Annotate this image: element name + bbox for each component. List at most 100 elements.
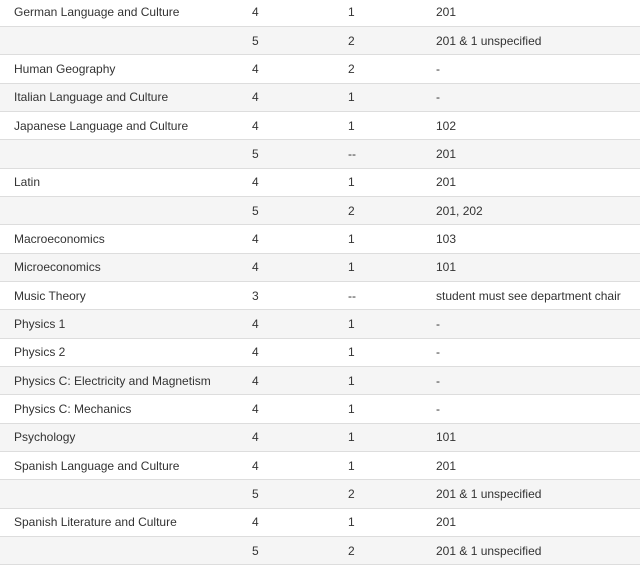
course-name-cell: Physics 1 (0, 309, 252, 339)
course-name-cell: Psychology (0, 423, 252, 453)
score-cell: 4 (252, 309, 348, 339)
credits-cell: 1 (348, 394, 436, 424)
course-equivalent-cell: 201 (436, 0, 640, 27)
score-cell: 4 (252, 423, 348, 453)
course-equivalent-cell: student must see department chair (436, 281, 640, 311)
table-row: 5 2 201 & 1 unspecified (0, 479, 640, 509)
score-cell: 5 (252, 26, 348, 56)
course-equivalent-cell: 201 (436, 139, 640, 169)
table-row: Physics 241- (0, 338, 640, 367)
table-row: Physics C: Electricity and Magnetism 4 1- (0, 366, 640, 396)
course-name-cell: Spanish Language and Culture (0, 451, 252, 481)
course-name-cell: Physics 2 (0, 338, 252, 367)
table-row: 5 2 201 & 1 unspecified (0, 536, 640, 565)
table-row: Spanish Language and Culture 4 1 201 (0, 451, 640, 481)
course-equivalent-cell: 201 (436, 508, 640, 538)
credits-cell: 1 (348, 168, 436, 197)
credits-cell: -- (348, 281, 436, 311)
table-row: Psychology 4 1 101 (0, 423, 640, 453)
course-equivalent-cell: - (436, 394, 640, 424)
table-row: Physics C: Mechanics 4 1- (0, 394, 640, 424)
credits-cell: 1 (348, 366, 436, 396)
score-cell: 4 (252, 111, 348, 141)
credits-cell: 2 (348, 479, 436, 509)
table-row: 5 2 201, 202 (0, 196, 640, 226)
credits-cell: 1 (348, 423, 436, 453)
table-row: German Language and Culture 4 1 201 (0, 0, 640, 27)
score-cell: 4 (252, 253, 348, 282)
course-name-cell (0, 26, 252, 56)
credits-cell: -- (348, 139, 436, 169)
course-name-cell (0, 536, 252, 565)
score-cell: 4 (252, 451, 348, 481)
credits-cell: 1 (348, 0, 436, 27)
credits-cell: 1 (348, 83, 436, 112)
course-name-cell: Spanish Literature and Culture (0, 508, 252, 538)
course-equivalent-cell: 201 (436, 168, 640, 197)
course-equivalent-cell: 201 & 1 unspecified (436, 536, 640, 565)
score-cell: 5 (252, 536, 348, 565)
course-equivalent-cell: 201, 202 (436, 196, 640, 226)
course-name-cell: German Language and Culture (0, 0, 252, 27)
credits-cell: 1 (348, 309, 436, 339)
course-equivalent-cell: - (436, 338, 640, 367)
table-row: Italian Language and Culture 4 1- (0, 83, 640, 112)
course-equivalent-cell: 201 (436, 451, 640, 481)
score-cell: 5 (252, 479, 348, 509)
course-credit-table: German Language and Culture 4 1 201 5 2 201 & … (0, 0, 640, 565)
credits-cell: 1 (348, 451, 436, 481)
score-cell: 4 (252, 508, 348, 538)
table-row: Microeconomics 4 1 101 (0, 253, 640, 282)
course-equivalent-cell: 103 (436, 224, 640, 254)
table-body: German Language and Culture 4 1 201 5 2 201 & … (0, 0, 640, 565)
table-row: 5 -- 201 (0, 139, 640, 169)
course-name-cell: Physics C: Mechanics (0, 394, 252, 424)
table-row: Japanese Language and Culture 4 1 102 (0, 111, 640, 141)
course-name-cell (0, 196, 252, 226)
table-row: Physics 141- (0, 309, 640, 339)
credits-cell: 1 (348, 338, 436, 367)
course-equivalent-cell: - (436, 366, 640, 396)
score-cell: 4 (252, 83, 348, 112)
score-cell: 4 (252, 394, 348, 424)
credits-cell: 1 (348, 508, 436, 538)
table-row: Human Geography 4 2- (0, 54, 640, 84)
credits-cell: 2 (348, 54, 436, 84)
score-cell: 4 (252, 0, 348, 27)
table-row: Latin 4 1 201 (0, 168, 640, 197)
course-equivalent-cell: 101 (436, 253, 640, 282)
course-equivalent-cell: 201 & 1 unspecified (436, 26, 640, 56)
course-equivalent-cell: - (436, 54, 640, 84)
course-name-cell: Macroeconomics (0, 224, 252, 254)
table-row: Macroeconomics 4 1 103 (0, 224, 640, 254)
score-cell: 4 (252, 54, 348, 84)
credits-cell: 2 (348, 26, 436, 56)
course-name-cell: Microeconomics (0, 253, 252, 282)
credits-cell: 2 (348, 196, 436, 226)
score-cell: 4 (252, 168, 348, 197)
credits-cell: 2 (348, 536, 436, 565)
course-name-cell (0, 479, 252, 509)
score-cell: 4 (252, 366, 348, 396)
course-name-cell: Japanese Language and Culture (0, 111, 252, 141)
table-row: 5 2 201 & 1 unspecified (0, 26, 640, 56)
course-name-cell: Italian Language and Culture (0, 83, 252, 112)
credits-cell: 1 (348, 253, 436, 282)
table-row: Spanish Literature and Culture 4 1 201 (0, 508, 640, 538)
credits-cell: 1 (348, 111, 436, 141)
course-name-cell: Human Geography (0, 54, 252, 84)
score-cell: 4 (252, 338, 348, 367)
credits-cell: 1 (348, 224, 436, 254)
course-equivalent-cell: - (436, 309, 640, 339)
course-name-cell: Physics C: Electricity and Magnetism (0, 366, 252, 396)
course-name-cell: Music Theory (0, 281, 252, 311)
course-name-cell: Latin (0, 168, 252, 197)
course-name-cell (0, 139, 252, 169)
score-cell: 5 (252, 139, 348, 169)
score-cell: 3 (252, 281, 348, 311)
table-row: Music Theory 3 -- student must see departme… (0, 281, 640, 311)
score-cell: 5 (252, 196, 348, 226)
score-cell: 4 (252, 224, 348, 254)
course-equivalent-cell: 201 & 1 unspecified (436, 479, 640, 509)
course-equivalent-cell: 101 (436, 423, 640, 453)
